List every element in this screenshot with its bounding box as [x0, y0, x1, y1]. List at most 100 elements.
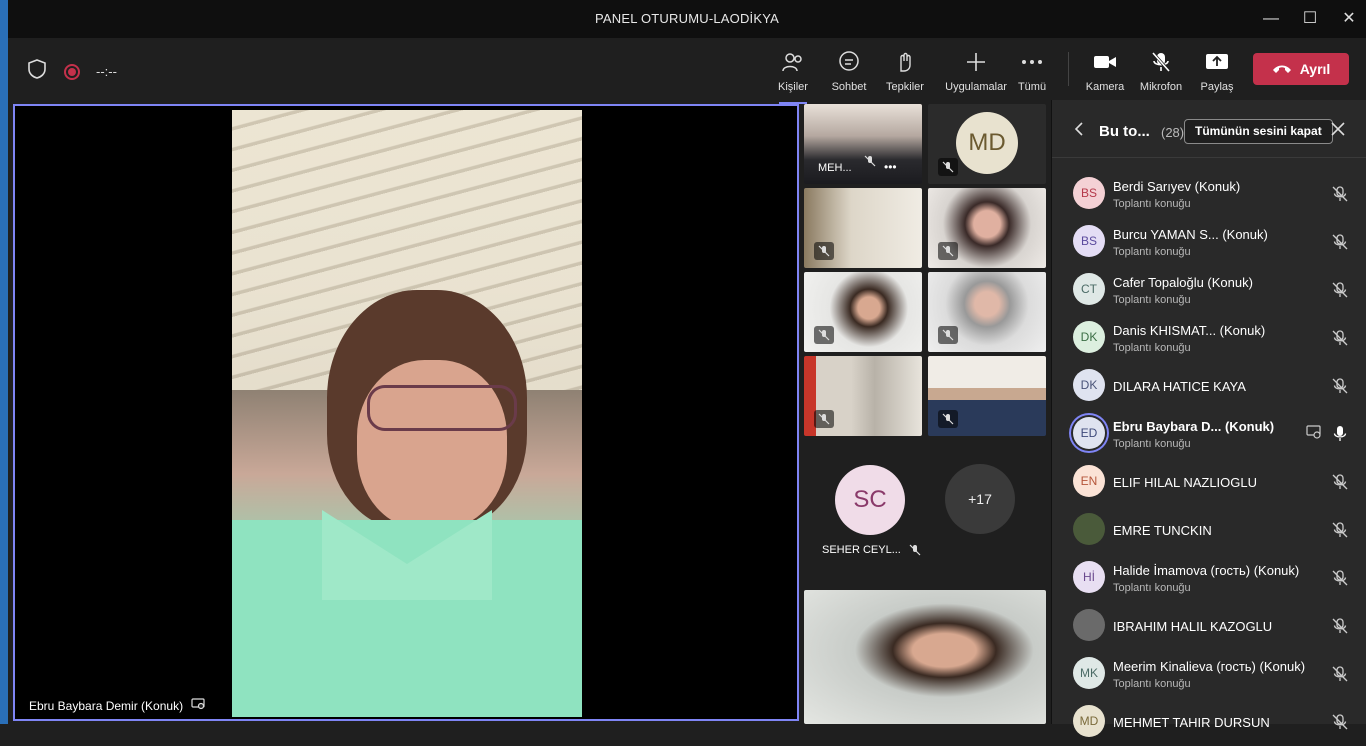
participant-name: EMRE TUNCKIN	[1113, 523, 1212, 538]
participant-name: DILARA HATICE KAYA	[1113, 379, 1246, 394]
mic-off-icon[interactable]	[1331, 473, 1349, 491]
participant-name: Cafer Topaloğlu (Konuk)	[1113, 275, 1253, 290]
video-tile[interactable]	[804, 356, 922, 436]
recording-icon[interactable]	[64, 63, 80, 80]
video-tile[interactable]	[804, 590, 1046, 724]
chat-icon	[817, 50, 881, 74]
people-label: Kişiler	[778, 81, 808, 93]
participant-row[interactable]: EMRE TUNCKIN	[1052, 506, 1366, 554]
mic-off-icon[interactable]	[1331, 521, 1349, 539]
overflow-participants-button[interactable]: +17	[945, 464, 1015, 534]
participant-row[interactable]: DK DILARA HATICE KAYA	[1052, 362, 1366, 410]
more-button[interactable]: Tümü	[1000, 50, 1064, 93]
mic-off-icon[interactable]	[1331, 329, 1349, 347]
more-options-icon[interactable]: •••	[884, 160, 897, 174]
participant-row[interactable]: BS Berdi Sarıyev (Konuk) Toplantı konuğu	[1052, 170, 1366, 218]
mic-off-icon	[938, 242, 958, 260]
microphone-button[interactable]: Mikrofon	[1129, 50, 1193, 93]
raise-hand-icon	[873, 50, 937, 74]
mic-off-icon[interactable]	[1331, 233, 1349, 251]
speaker-name-label: Ebru Baybara Demir (Konuk)	[29, 698, 205, 713]
video-grid: MEH... ••• MD SC SEHER CEYL... +17	[804, 104, 1046, 724]
mic-off-icon[interactable]	[1331, 569, 1349, 587]
hang-up-icon	[1272, 61, 1292, 77]
participant-row[interactable]: IBRAHIM HALIL KAZOGLU	[1052, 602, 1366, 650]
mic-off-icon	[814, 410, 834, 428]
participant-row[interactable]: ED Ebru Baybara D... (Konuk) Toplantı konu…	[1052, 410, 1366, 458]
speaker-video	[232, 110, 582, 717]
participant-name: Meerim Kinalieva (гость) (Konuk)	[1113, 659, 1306, 674]
avatar: BS	[1073, 225, 1105, 257]
participant-role: Toplantı konuğu	[1113, 198, 1191, 210]
close-icon[interactable]	[1331, 120, 1345, 141]
share-button[interactable]: Paylaş	[1185, 50, 1249, 93]
mic-off-icon	[938, 158, 958, 176]
video-tile[interactable]	[928, 272, 1046, 352]
participant-name: Burcu YAMAN S... (Konuk)	[1113, 227, 1268, 242]
mic-on-icon[interactable]	[1331, 425, 1349, 443]
mic-off-icon[interactable]	[1331, 617, 1349, 635]
main-video-stage[interactable]: Ebru Baybara Demir (Konuk)	[13, 104, 799, 721]
participant-name: Berdi Sarıyev (Konuk)	[1113, 179, 1241, 194]
avatar: BS	[1073, 177, 1105, 209]
maximize-icon[interactable]: ☐	[1299, 8, 1321, 30]
video-tile[interactable]	[804, 272, 922, 352]
video-tile[interactable]	[804, 188, 922, 268]
mic-off-icon	[864, 154, 876, 172]
avatar[interactable]: SC	[835, 465, 905, 535]
desktop-edge	[0, 0, 8, 724]
participant-row[interactable]: MD MEHMET TAHIR DURSUN	[1052, 698, 1366, 746]
participant-row[interactable]: CT Cafer Topaloğlu (Konuk) Toplantı konuğu	[1052, 266, 1366, 314]
mic-off-icon[interactable]	[1331, 665, 1349, 683]
participant-row[interactable]: Hİ Halide İmamova (гость) (Konuk) Toplantı…	[1052, 554, 1366, 602]
mic-off-icon	[938, 326, 958, 344]
participant-role: Toplantı konuğu	[1113, 438, 1191, 450]
minimize-icon[interactable]: —	[1260, 8, 1282, 30]
mic-off-icon[interactable]	[1331, 377, 1349, 395]
leave-button[interactable]: Ayrıl	[1253, 53, 1349, 85]
avatar: MD	[1073, 705, 1105, 737]
window-title: PANEL OTURUMU-LAODİKYA	[594, 11, 780, 26]
panel-header: Bu to... (28) Tümünün sesini kapat	[1052, 100, 1366, 158]
participant-name: ELIF HILAL NAZLIOGLU	[1113, 475, 1258, 490]
video-tile[interactable]	[928, 188, 1046, 268]
participant-role: Toplantı konuğu	[1113, 294, 1191, 306]
mic-label: Mikrofon	[1139, 81, 1183, 93]
participant-row[interactable]: BS Burcu YAMAN S... (Konuk) Toplantı konuğ…	[1052, 218, 1366, 266]
avatar	[1073, 609, 1105, 641]
camera-icon	[1073, 50, 1137, 74]
video-tile[interactable]: MEH... •••	[804, 104, 922, 184]
participant-name: Ebru Baybara D... (Konuk)	[1113, 419, 1275, 434]
video-tile[interactable]: MD	[928, 104, 1046, 184]
mic-off-icon[interactable]	[1331, 281, 1349, 299]
avatar: ED	[1073, 417, 1105, 449]
mic-off-icon	[909, 544, 921, 556]
participant-row[interactable]: EN ELIF HILAL NAZLIOGLU	[1052, 458, 1366, 506]
reactions-button[interactable]: Tepkiler	[873, 50, 937, 93]
toolbar-divider	[1068, 52, 1069, 86]
chat-button[interactable]: Sohbet	[817, 50, 881, 93]
mic-off-icon	[938, 410, 958, 428]
screen-share-icon	[1306, 425, 1324, 443]
camera-button[interactable]: Kamera	[1073, 50, 1137, 93]
participant-role: Toplantı konuğu	[1113, 582, 1191, 594]
share-icon	[1185, 50, 1249, 74]
people-button[interactable]: Kişiler	[761, 50, 825, 104]
more-icon	[1000, 50, 1064, 74]
shield-icon[interactable]	[26, 58, 48, 85]
mic-off-icon[interactable]	[1331, 713, 1349, 731]
participant-name: MEH...	[818, 162, 852, 174]
mic-off-icon	[814, 326, 834, 344]
mute-all-button[interactable]: Tümünün sesini kapat	[1184, 119, 1333, 144]
mic-off-icon	[814, 242, 834, 260]
close-icon[interactable]: ✕	[1338, 8, 1360, 30]
mic-off-icon[interactable]	[1331, 185, 1349, 203]
video-tile[interactable]	[928, 356, 1046, 436]
participant-name: MEHMET TAHIR DURSUN	[1113, 715, 1270, 730]
participant-role: Toplantı konuğu	[1113, 342, 1191, 354]
chevron-left-icon[interactable]	[1074, 122, 1084, 139]
participant-row[interactable]: MK Meerim Kinalieva (гость) (Konuk) Toplan…	[1052, 650, 1366, 698]
participant-name: SEHER CEYL...	[822, 544, 921, 556]
participant-row[interactable]: DK Danis KHISMAT... (Konuk) Toplantı konuğ…	[1052, 314, 1366, 362]
share-label: Paylaş	[1200, 81, 1234, 93]
